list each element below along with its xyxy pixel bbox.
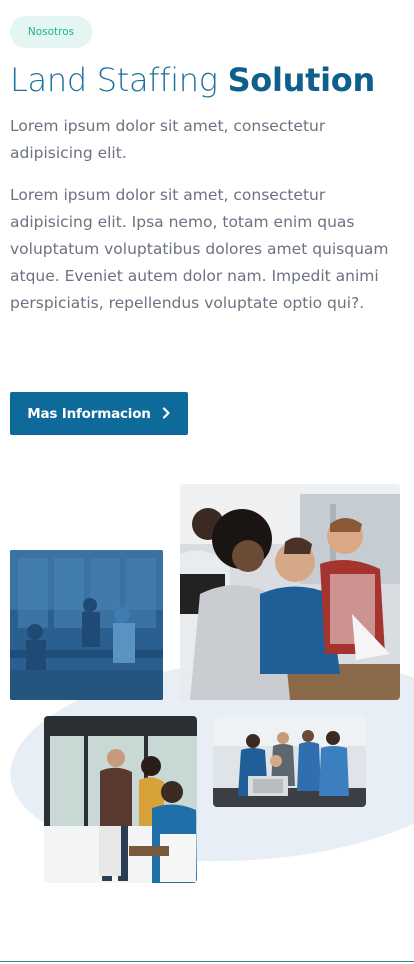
section-divider [0, 961, 414, 962]
colleagues-talking-photo [44, 716, 197, 883]
team-gathering-photo [213, 716, 366, 807]
title-bold: Solution [227, 61, 376, 99]
more-info-label: Mas Informacion [27, 405, 151, 422]
chevron-right-icon [161, 406, 171, 422]
body-paragraph: Lorem ipsum dolor sit amet, consectetur … [10, 186, 389, 312]
office-meeting-photo [10, 550, 163, 700]
team-laptop-photo [180, 484, 400, 700]
section-badge: Nosotros [10, 16, 92, 48]
title-light: Land Staffing [10, 61, 218, 99]
section-title: Land Staffing Solution [10, 58, 375, 102]
intro-paragraph: Lorem ipsum dolor sit amet, consectetur … [10, 117, 326, 162]
more-info-button[interactable]: Mas Informacion [10, 392, 188, 435]
